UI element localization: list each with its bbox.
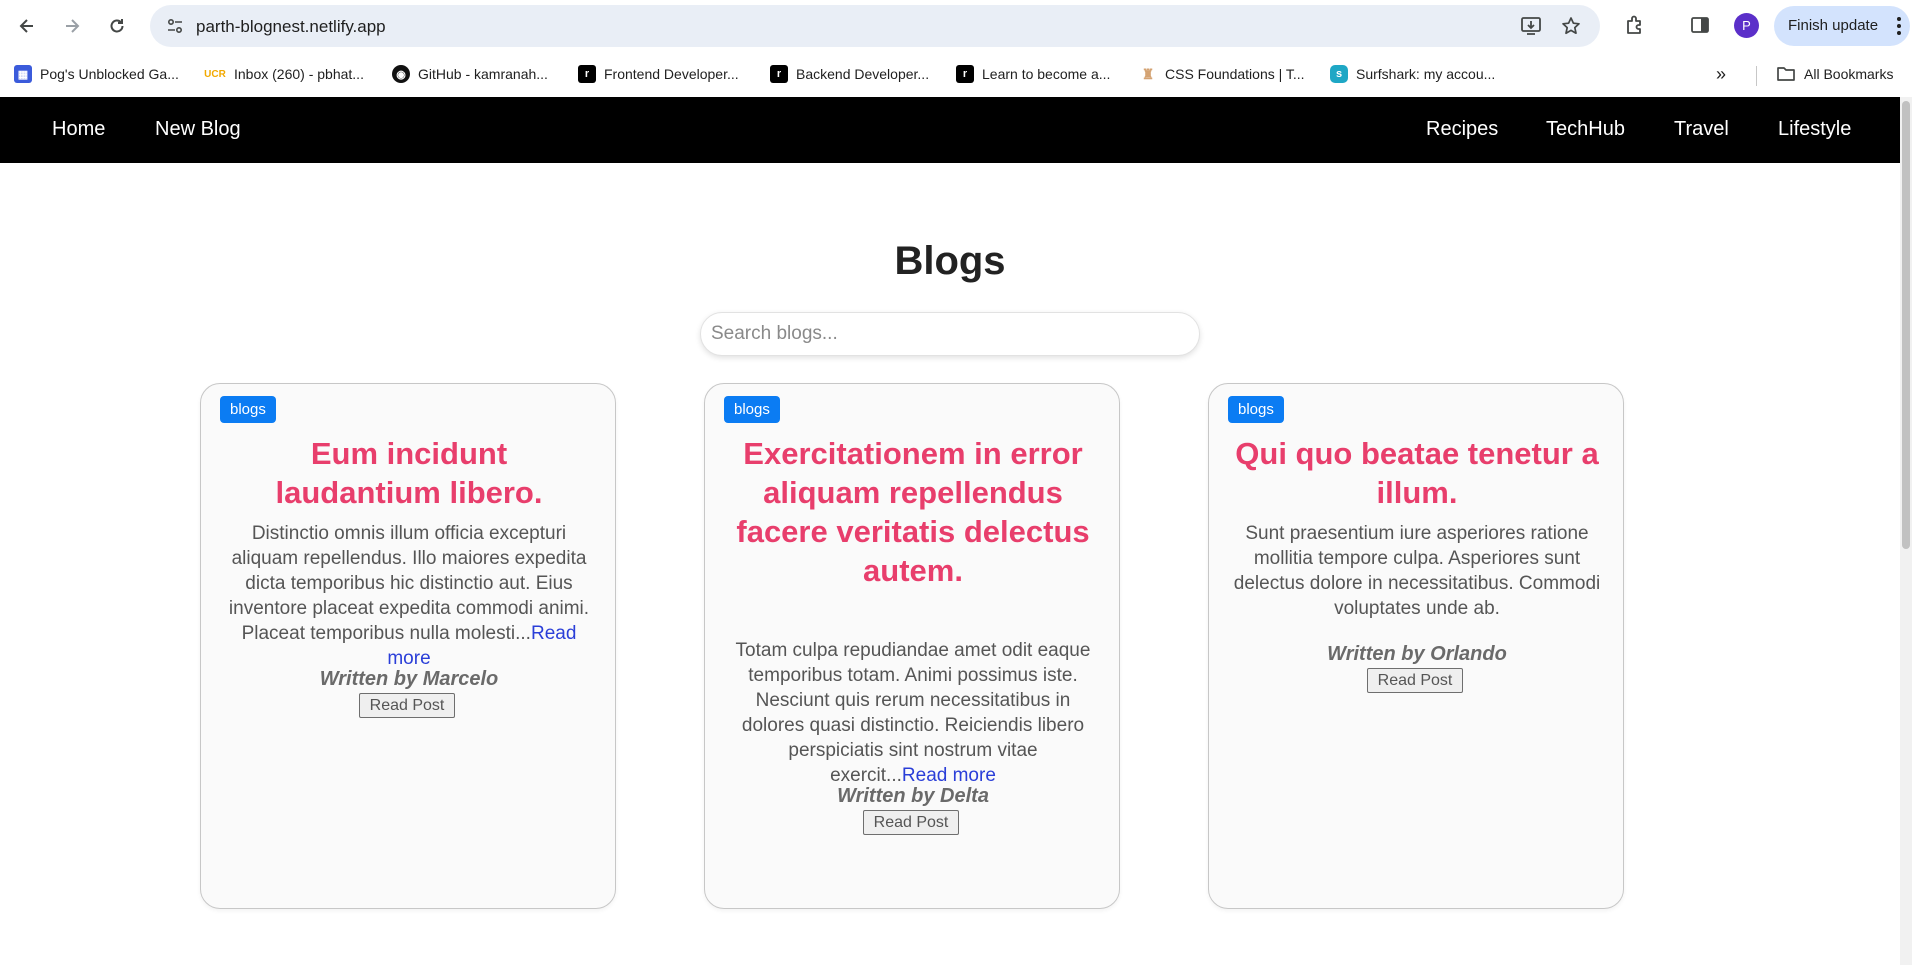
url-text[interactable]: parth-blognest.netlify.app (196, 17, 386, 37)
bookmark-item[interactable]: ◉ GitHub - kamranah... (392, 62, 548, 86)
bookmark-label: Surfshark: my accou... (1356, 66, 1496, 82)
bookmark-item[interactable]: ♜ CSS Foundations | T... (1139, 62, 1305, 86)
chevron-double-right-icon: » (1716, 63, 1727, 84)
bookmarks-divider (1756, 66, 1757, 86)
bookmark-label: Backend Developer... (796, 66, 930, 82)
read-post-button[interactable]: Read Post (863, 810, 959, 835)
bookmark-label: Frontend Developer... (604, 66, 739, 82)
bookmark-item[interactable]: r Frontend Developer... (578, 62, 739, 86)
folder-icon (1777, 67, 1795, 81)
category-badge[interactable]: blogs (1228, 396, 1284, 423)
page-scrollbar[interactable] (1900, 97, 1912, 965)
reload-icon (110, 19, 124, 33)
all-bookmarks-label: All Bookmarks (1804, 66, 1894, 82)
forward-button[interactable] (55, 9, 89, 43)
bookmark-label: Inbox (260) - pbhat... (234, 66, 364, 82)
card-title: Qui quo beatae tenetur a illum. (1235, 436, 1599, 510)
read-post-button[interactable]: Read Post (359, 693, 455, 718)
bookmark-item[interactable]: s Surfshark: my accou... (1330, 62, 1495, 86)
bookmarks-bar: ▦ Pog's Unblocked Ga... UCR Inbox (260) … (0, 52, 1912, 96)
blog-card: blogs Qui quo beatae tenetur a illum. Su… (1208, 383, 1624, 909)
install-app-icon[interactable] (1518, 13, 1544, 39)
bookmark-item[interactable]: UCR Inbox (260) - pbhat... (204, 62, 364, 86)
card-author: Written by Orlando (1327, 643, 1507, 665)
card-title: Exercitationem in error aliquam repellen… (736, 436, 1090, 588)
site-navbar: Home New Blog Recipes TechHub Travel Lif… (0, 97, 1900, 163)
more-bookmarks-button[interactable]: » (1716, 62, 1726, 86)
back-button[interactable] (10, 9, 44, 43)
card-excerpt: Sunt praesentium iure asperiores ratione… (1233, 521, 1601, 621)
bookmark-label: Learn to become a... (982, 66, 1111, 82)
odin-icon: ♜ (1141, 65, 1155, 82)
ucr-icon: UCR (204, 68, 226, 80)
all-bookmarks-button[interactable]: All Bookmarks (1776, 62, 1893, 86)
roadmap-icon: r (770, 65, 788, 83)
roadmap-icon: r (956, 65, 974, 83)
page-viewport: Home New Blog Recipes TechHub Travel Lif… (0, 97, 1900, 965)
bookmark-item[interactable]: r Learn to become a... (956, 62, 1110, 86)
category-badge[interactable]: blogs (220, 396, 276, 423)
card-excerpt-text: Sunt praesentium iure asperiores ratione… (1233, 523, 1601, 619)
page-title: Blogs (894, 239, 1006, 283)
bookmark-label: Pog's Unblocked Ga... (40, 66, 179, 82)
blog-card: blogs Exercitationem in error aliquam re… (704, 383, 1120, 909)
arrow-right-icon (66, 19, 80, 33)
read-post-button[interactable]: Read Post (1367, 668, 1463, 693)
finish-update-label: Finish update (1788, 17, 1879, 34)
arrow-left-icon (19, 19, 33, 33)
nav-link-techhub[interactable]: TechHub (1546, 118, 1625, 141)
roadmap-icon: r (578, 65, 596, 83)
blog-card: blogs Eum incidunt laudantium libero. Di… (200, 383, 616, 909)
scrollbar-thumb[interactable] (1902, 101, 1910, 549)
nav-link-recipes[interactable]: Recipes (1426, 118, 1498, 141)
more-menu-icon[interactable] (1892, 12, 1906, 40)
extensions-icon[interactable] (1620, 10, 1650, 40)
card-excerpt: Totam culpa repudiandae amet odit eaque … (729, 638, 1097, 788)
profile-avatar[interactable]: P (1734, 13, 1759, 38)
bookmark-item[interactable]: ▦ Pog's Unblocked Ga... (14, 62, 179, 86)
bookmark-label: GitHub - kamranah... (418, 66, 548, 82)
grid-icon: ▦ (14, 65, 32, 83)
github-icon: ◉ (392, 65, 410, 83)
category-badge[interactable]: blogs (724, 396, 780, 423)
nav-link-new-blog[interactable]: New Blog (155, 118, 241, 141)
bookmark-star-icon[interactable] (1558, 13, 1584, 39)
bookmark-label: CSS Foundations | T... (1165, 66, 1305, 82)
bookmark-item[interactable]: r Backend Developer... (770, 62, 929, 86)
card-excerpt: Distinctio omnis illum officia excepturi… (225, 521, 593, 671)
card-title: Eum incidunt laudantium libero. (275, 436, 543, 510)
search-input[interactable] (700, 312, 1200, 356)
nav-link-travel[interactable]: Travel (1674, 118, 1729, 141)
nav-link-lifestyle[interactable]: Lifestyle (1778, 118, 1851, 141)
read-more-link[interactable]: Read more (902, 765, 996, 786)
browser-toolbar: parth-blognest.netlify.app P Finish upda… (0, 0, 1912, 52)
nav-link-home[interactable]: Home (52, 118, 105, 141)
card-author: Written by Marcelo (319, 668, 499, 690)
reload-button[interactable] (100, 9, 134, 43)
address-bar[interactable]: parth-blognest.netlify.app (150, 5, 1600, 47)
surfshark-icon: s (1330, 65, 1348, 83)
card-author: Written by Delta (837, 785, 989, 807)
side-panel-icon[interactable] (1685, 10, 1715, 40)
site-info-icon[interactable] (162, 13, 188, 39)
finish-update-button[interactable]: Finish update (1774, 6, 1910, 46)
